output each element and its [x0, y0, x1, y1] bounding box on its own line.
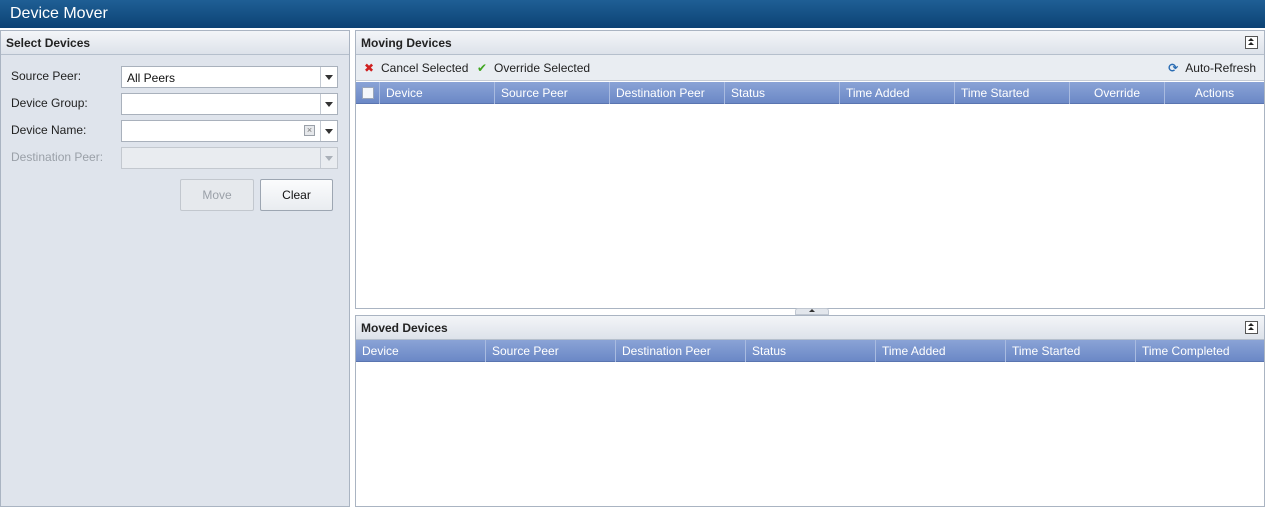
destination-peer-combo [121, 147, 338, 169]
moving-devices-header: Moving Devices [356, 31, 1264, 55]
auto-refresh-label: Auto-Refresh [1185, 61, 1256, 75]
column-header-time-completed[interactable]: Time Completed [1136, 340, 1264, 362]
device-group-combo[interactable] [121, 93, 338, 115]
column-header-destination-peer[interactable]: Destination Peer [616, 340, 746, 362]
column-header-actions[interactable]: Actions [1165, 82, 1264, 104]
device-name-combo[interactable]: × [121, 120, 338, 142]
destination-peer-label: Destination Peer: [11, 150, 104, 164]
select-all-checkbox[interactable] [362, 87, 374, 99]
moved-devices-panel: Moved Devices Device Source Peer Destina… [355, 315, 1265, 507]
moving-devices-panel: Moving Devices ✖ Cancel Selected ✔ Overrid… [355, 30, 1265, 309]
app-titlebar: Device Mover [0, 0, 1265, 28]
override-selected-label: Override Selected [494, 61, 591, 75]
auto-refresh-button[interactable]: ⟳ Auto-Refresh [1166, 61, 1256, 75]
clear-field-icon[interactable]: × [304, 125, 315, 136]
column-header-status[interactable]: Status [746, 340, 876, 362]
moving-devices-grid-header: Device Source Peer Destination Peer Stat… [356, 82, 1264, 104]
column-header-destination-peer[interactable]: Destination Peer [610, 82, 725, 104]
column-header-status[interactable]: Status [725, 82, 840, 104]
device-group-row: Device Group: [11, 93, 341, 115]
select-devices-panel: Select Devices Source Peer: All Peers De… [0, 30, 350, 507]
column-header-time-added[interactable]: Time Added [840, 82, 955, 104]
chevron-down-icon[interactable] [320, 67, 337, 87]
select-devices-header: Select Devices [1, 31, 349, 55]
app-title: Device Mover [10, 5, 108, 22]
cancel-selected-label: Cancel Selected [381, 61, 469, 75]
clear-button[interactable]: Clear [260, 179, 333, 211]
column-header-source-peer[interactable]: Source Peer [486, 340, 616, 362]
source-peer-combo[interactable]: All Peers [121, 66, 338, 88]
device-name-label: Device Name: [11, 123, 87, 137]
column-header-override[interactable]: Override [1070, 82, 1165, 104]
column-header-time-added[interactable]: Time Added [876, 340, 1006, 362]
column-header-device[interactable]: Device [356, 340, 486, 362]
cancel-selected-button[interactable]: ✖ Cancel Selected [362, 61, 468, 75]
device-group-label: Device Group: [11, 96, 88, 110]
x-icon: ✖ [363, 61, 375, 75]
checkmark-icon: ✔ [476, 61, 488, 75]
collapse-up-icon[interactable] [1245, 36, 1258, 49]
select-all-column [356, 82, 380, 104]
refresh-icon: ⟳ [1168, 61, 1179, 75]
collapse-up-icon[interactable] [1245, 321, 1258, 334]
source-peer-value: All Peers [127, 71, 176, 85]
device-name-row: Device Name: × [11, 120, 341, 142]
move-button[interactable]: Move [180, 179, 254, 211]
panel-splitter[interactable] [795, 308, 829, 315]
moved-devices-grid-header: Device Source Peer Destination Peer Stat… [356, 340, 1264, 362]
moving-devices-toolbar: ✖ Cancel Selected ✔ Override Selected ⟳ Aut… [356, 55, 1264, 81]
override-selected-button[interactable]: ✔ Override Selected [475, 61, 590, 75]
moved-devices-header: Moved Devices [356, 316, 1264, 340]
chevron-down-icon[interactable] [320, 94, 337, 114]
column-header-time-started[interactable]: Time Started [1006, 340, 1136, 362]
column-header-time-started[interactable]: Time Started [955, 82, 1070, 104]
chevron-down-icon[interactable] [320, 121, 337, 141]
chevron-down-icon [320, 148, 337, 168]
source-peer-row: Source Peer: All Peers [11, 66, 341, 88]
column-header-device[interactable]: Device [380, 82, 495, 104]
destination-peer-row: Destination Peer: [11, 147, 341, 169]
source-peer-label: Source Peer: [11, 69, 82, 83]
column-header-source-peer[interactable]: Source Peer [495, 82, 610, 104]
